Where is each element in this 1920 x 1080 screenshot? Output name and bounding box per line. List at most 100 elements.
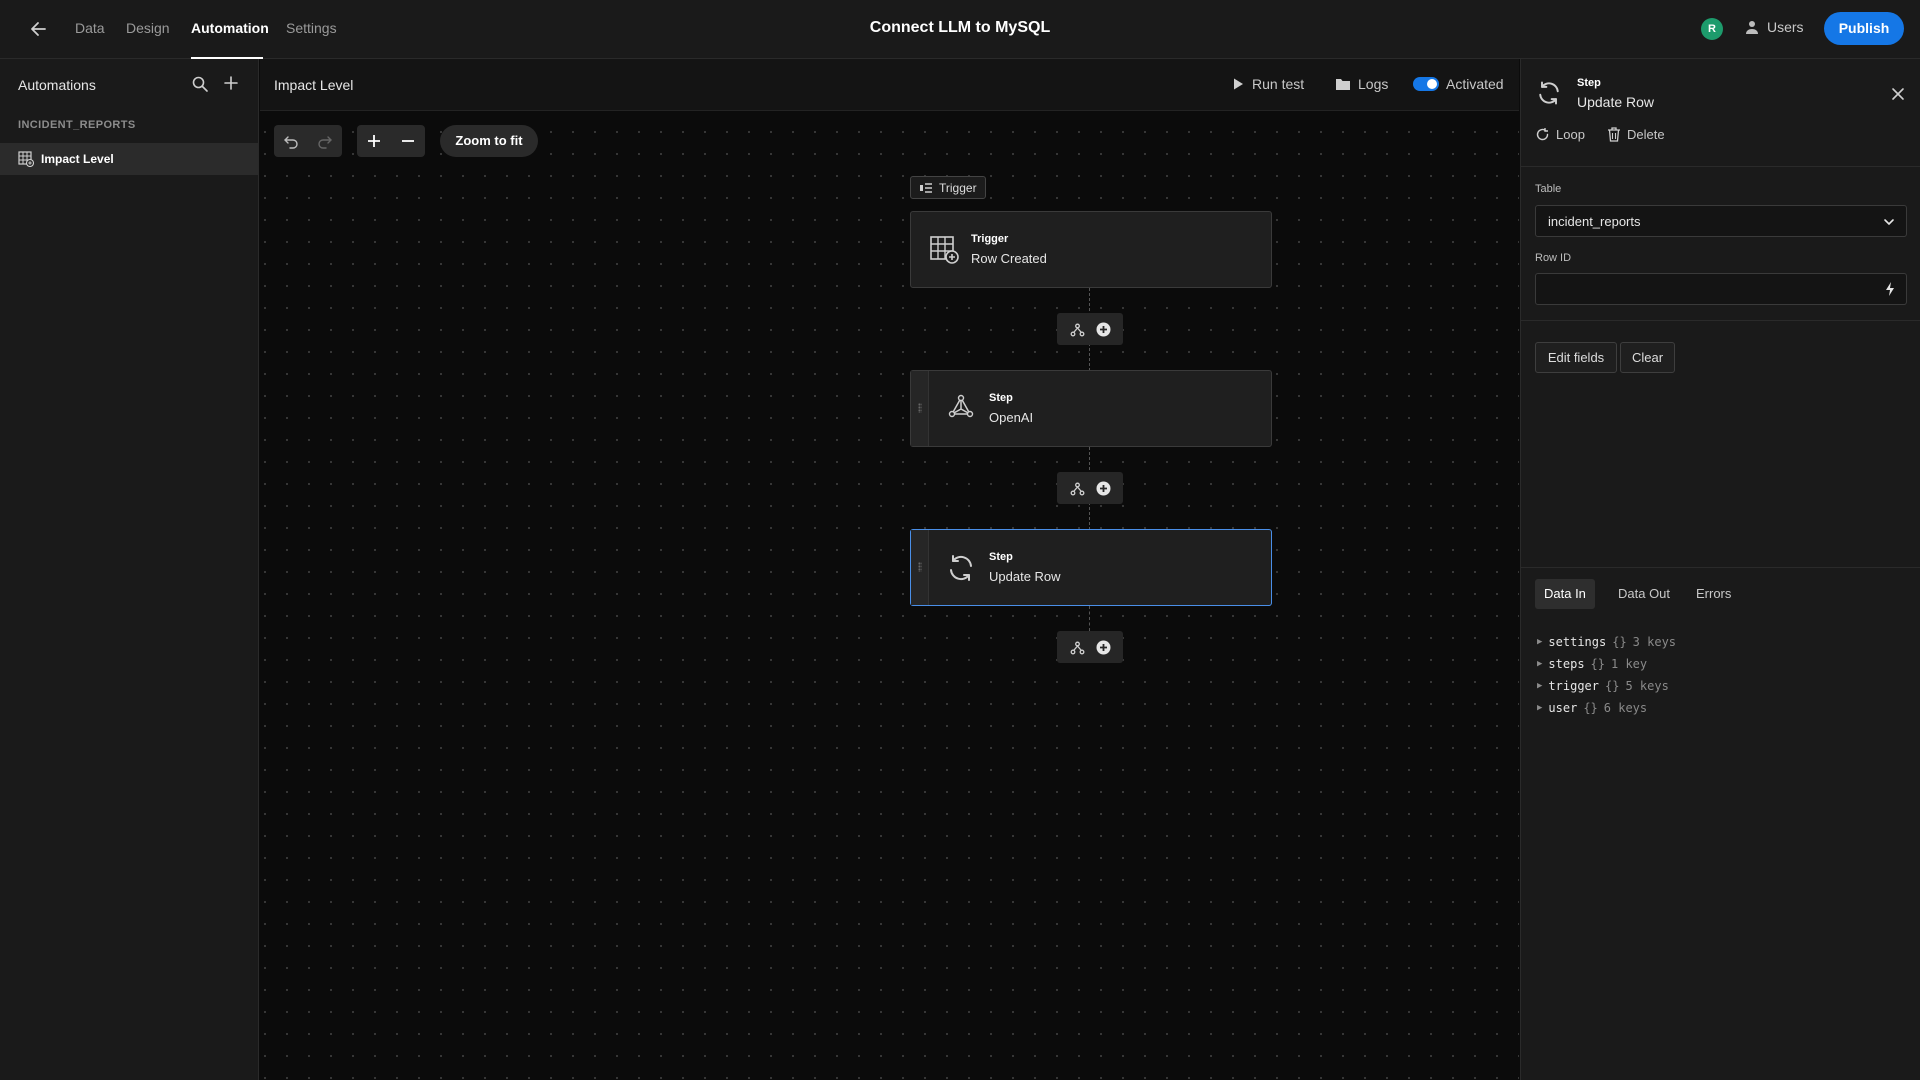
trigger-icon [920,182,932,193]
clear-button[interactable]: Clear [1620,342,1675,373]
panel-step-name: Update Row [1577,94,1655,110]
lightning-icon[interactable] [1882,281,1898,297]
node-name: Row Created [971,251,1047,266]
add-step-icon[interactable] [1095,639,1111,655]
sidebar-group-heading: INCIDENT_REPORTS [18,119,136,131]
divider [1521,567,1920,568]
update-row-step-node[interactable]: Step Update Row [910,529,1272,606]
table-select-value: incident_reports [1548,214,1641,229]
publish-button[interactable]: Publish [1824,12,1904,45]
tab-data-in[interactable]: Data In [1535,579,1595,609]
activated-toggle[interactable]: Activated [1413,76,1504,92]
refresh-icon [945,552,977,584]
trigger-tag: Trigger [910,176,986,199]
tree-row-user[interactable]: ▶ user {} 6 keys [1537,701,1647,715]
row-id-input[interactable] [1535,273,1907,305]
tab-errors[interactable]: Errors [1687,579,1740,609]
table-add-icon [929,234,961,266]
automation-name: Impact Level [274,77,354,93]
logs-label: Logs [1358,76,1389,92]
zoom-controls [357,125,425,157]
zoom-in-icon[interactable] [357,125,391,157]
chevron-down-icon [1882,215,1896,229]
search-icon[interactable] [191,75,209,93]
users-icon [1746,21,1758,34]
nav-tab-settings[interactable]: Settings [286,20,337,36]
trigger-node[interactable]: Trigger Row Created [910,211,1272,288]
run-test-label: Run test [1252,76,1305,92]
nav-tab-data[interactable]: Data [75,20,105,36]
add-step-icon[interactable] [1095,480,1111,496]
canvas-header: Impact Level Run test Logs Activated [260,59,1519,111]
automation-canvas[interactable]: Impact Level Run test Logs Activated Zoo… [260,59,1519,1080]
tab-data-out[interactable]: Data Out [1609,579,1679,609]
refresh-icon [1535,79,1563,107]
add-step-icon[interactable] [1095,321,1111,337]
logs-button[interactable]: Logs [1335,76,1388,92]
caret-right-icon: ▶ [1537,637,1543,647]
sidebar-item-impact-level[interactable]: Impact Level [0,143,258,175]
nav-tab-design[interactable]: Design [126,20,170,36]
tree-row-steps[interactable]: ▶ steps {} 1 key [1537,657,1647,671]
add-step-controls [1057,313,1123,345]
nav-tab-automation[interactable]: Automation [191,20,269,36]
loop-label: Loop [1556,127,1585,142]
top-bar: Data Design Automation Settings Connect … [0,0,1920,59]
add-automation-icon[interactable] [222,74,240,92]
loop-button[interactable]: Loop [1535,127,1585,142]
caret-right-icon: ▶ [1537,659,1543,669]
loop-icon [1536,128,1549,141]
caret-right-icon: ▶ [1537,703,1543,713]
row-id-field-label: Row ID [1535,252,1572,264]
drag-handle[interactable] [911,530,929,605]
tree-row-settings[interactable]: ▶ settings {} 3 keys [1537,635,1676,649]
edit-fields-button[interactable]: Edit fields [1535,342,1617,373]
undo-icon[interactable] [274,125,308,157]
add-step-controls [1057,631,1123,663]
table-icon [18,151,35,168]
branch-icon[interactable] [1069,321,1085,337]
history-controls [274,125,342,157]
avatar[interactable]: R [1701,18,1723,40]
zoom-to-fit-button[interactable]: Zoom to fit [440,125,538,157]
node-kind: Step [989,392,1013,404]
trash-icon [1608,127,1620,142]
trigger-tag-label: Trigger [939,180,977,195]
zoom-out-icon[interactable] [391,125,425,157]
divider [1521,166,1920,167]
sidebar-item-label: Impact Level [41,152,114,166]
play-icon [1234,78,1243,90]
toggle-switch[interactable] [1413,77,1439,91]
openai-step-node[interactable]: Step OpenAI [910,370,1272,447]
step-settings-panel: Step Update Row Loop Delete Table incide… [1520,59,1920,1080]
divider [1521,320,1920,321]
node-name: Update Row [989,569,1061,584]
branch-icon[interactable] [1069,480,1085,496]
delete-label: Delete [1627,127,1665,142]
close-icon[interactable] [1890,86,1906,102]
users-label: Users [1767,19,1804,35]
run-test-button[interactable]: Run test [1231,76,1304,92]
caret-right-icon: ▶ [1537,681,1543,691]
openai-icon [945,393,977,425]
panel-step-kind: Step [1577,77,1601,89]
table-select[interactable]: incident_reports [1535,205,1907,237]
redo-icon[interactable] [308,125,342,157]
connector-line [1089,606,1090,631]
automations-sidebar: Automations INCIDENT_REPORTS Impact Leve… [0,59,259,1080]
delete-button[interactable]: Delete [1607,127,1665,142]
branch-icon[interactable] [1069,639,1085,655]
activated-label: Activated [1446,76,1504,92]
node-name: OpenAI [989,410,1034,425]
table-field-label: Table [1535,183,1562,195]
back-arrow-icon[interactable] [28,18,50,40]
sidebar-title: Automations [18,77,96,93]
add-step-controls [1057,472,1123,504]
app-title: Connect LLM to MySQL [869,19,1051,36]
users-button[interactable]: Users [1745,19,1804,35]
node-kind: Step [989,551,1013,563]
tree-row-trigger[interactable]: ▶ trigger {} 5 keys [1537,679,1669,693]
drag-handle[interactable] [911,371,929,446]
folder-icon [1336,79,1350,90]
node-kind: Trigger [971,233,1009,245]
